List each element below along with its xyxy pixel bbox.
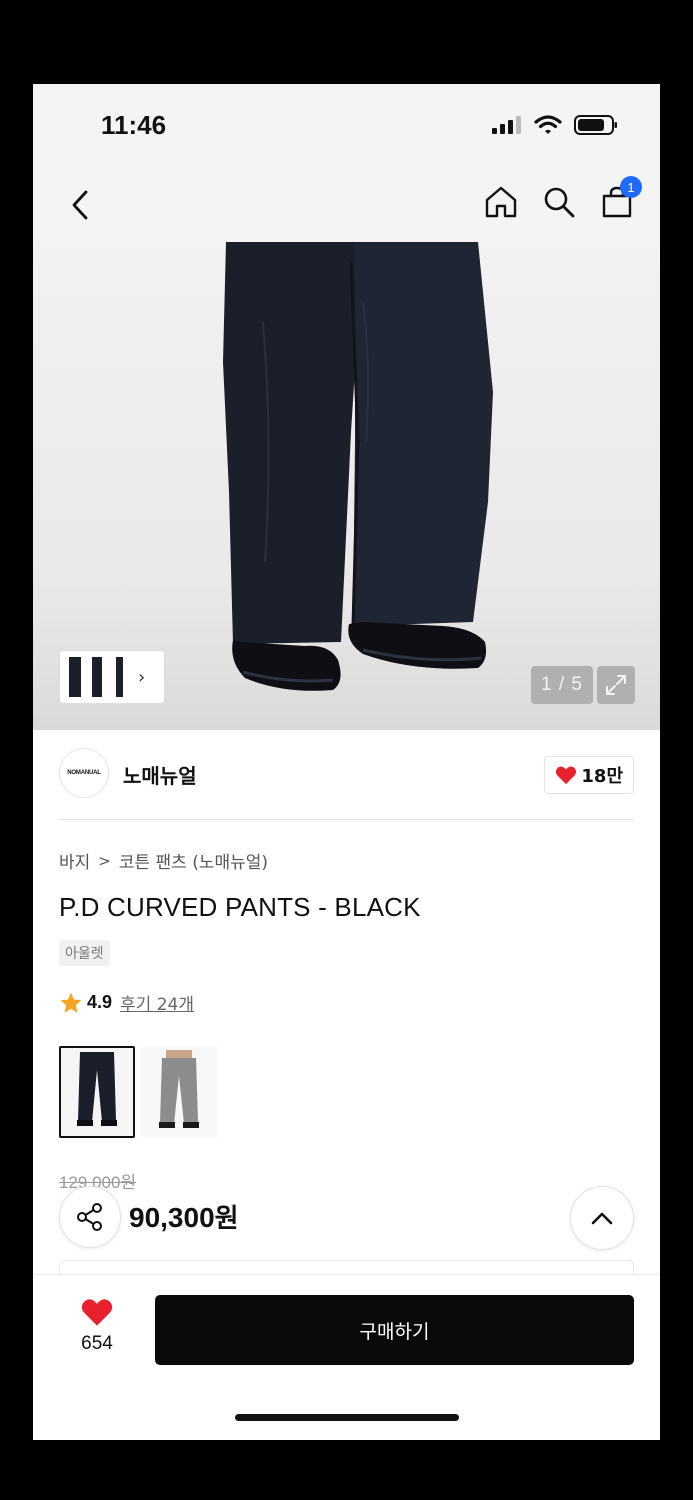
home-button[interactable] <box>482 182 520 222</box>
sale-price-number: 90,300 <box>129 1202 215 1233</box>
search-button[interactable] <box>540 182 578 222</box>
variant-grey[interactable] <box>141 1046 217 1138</box>
divider <box>59 819 634 820</box>
sale-price-unit: 원 <box>214 1204 239 1234</box>
chevron-right-icon: › <box>138 666 146 688</box>
brand-row[interactable]: NOMANUAL 노매뉴얼 18만 <box>33 730 660 820</box>
chevron-up-icon <box>591 1212 613 1225</box>
variant-grey-image <box>159 1050 199 1128</box>
like-button[interactable]: 654 <box>65 1297 129 1355</box>
variant-black[interactable] <box>59 1046 135 1138</box>
outlet-tag: 아울렛 <box>59 940 110 966</box>
status-time: 11:46 <box>101 110 167 140</box>
back-button[interactable] <box>63 186 97 224</box>
breadcrumb-item-subcategory[interactable]: 코튼 팬츠 (노매뉴얼) <box>119 848 268 873</box>
nav-actions: 1 <box>482 176 642 222</box>
brand-like-count: 18만 <box>581 766 623 787</box>
product-title: P.D CURVED PANTS - BLACK <box>59 892 421 922</box>
signal-icon <box>492 116 521 134</box>
thumbnail-image <box>92 657 102 697</box>
brand-logo: NOMANUAL <box>59 748 109 798</box>
scroll-top-button[interactable] <box>570 1186 634 1250</box>
status-icons <box>492 114 618 136</box>
share-button[interactable] <box>59 1186 121 1248</box>
expand-icon <box>606 675 626 695</box>
search-icon <box>544 187 575 218</box>
phone-screen: 11:46 1 › 1 / 5 NOMANUAL 노매뉴얼 18만 바지 > 코… <box>33 84 660 1440</box>
thumbnail-strip[interactable]: › <box>59 650 165 704</box>
home-icon <box>485 186 517 218</box>
like-count: 654 <box>81 1333 113 1354</box>
color-variants <box>59 1046 217 1138</box>
rating-score: 4.9 <box>87 992 113 1012</box>
buy-button[interactable]: 구매하기 <box>155 1295 634 1365</box>
sale-price: 90,300원 <box>129 1198 239 1235</box>
image-counter: 1 / 5 <box>531 666 593 704</box>
heart-icon <box>556 766 577 785</box>
breadcrumb-item-category[interactable]: 바지 <box>59 848 90 873</box>
nav-bar: 1 <box>33 168 660 242</box>
product-image-gallery[interactable]: › 1 / 5 <box>33 242 660 730</box>
cart-button[interactable]: 1 <box>598 176 642 222</box>
battery-icon <box>574 115 617 135</box>
brand-name[interactable]: 노매뉴얼 <box>123 760 197 789</box>
chevron-left-icon <box>72 190 88 220</box>
wifi-icon <box>534 115 562 134</box>
variant-black-image <box>77 1052 117 1126</box>
breadcrumb: 바지 > 코튼 팬츠 (노매뉴얼) <box>59 848 268 874</box>
thumbnail-image <box>116 657 123 697</box>
chevron-right-icon: > <box>98 851 111 870</box>
heart-icon <box>81 1299 113 1326</box>
share-icon <box>77 1203 102 1231</box>
rating: 4.9 후기 24개 <box>59 990 194 1015</box>
thumbnail-image <box>69 657 81 697</box>
expand-button[interactable] <box>597 666 635 704</box>
cart-count-badge: 1 <box>620 176 642 198</box>
home-indicator[interactable] <box>235 1414 459 1421</box>
star-icon <box>60 992 82 1013</box>
brand-like-button[interactable]: 18만 <box>544 756 634 794</box>
reviews-link[interactable]: 후기 24개 <box>120 990 194 1015</box>
status-bar: 11:46 <box>33 84 660 168</box>
